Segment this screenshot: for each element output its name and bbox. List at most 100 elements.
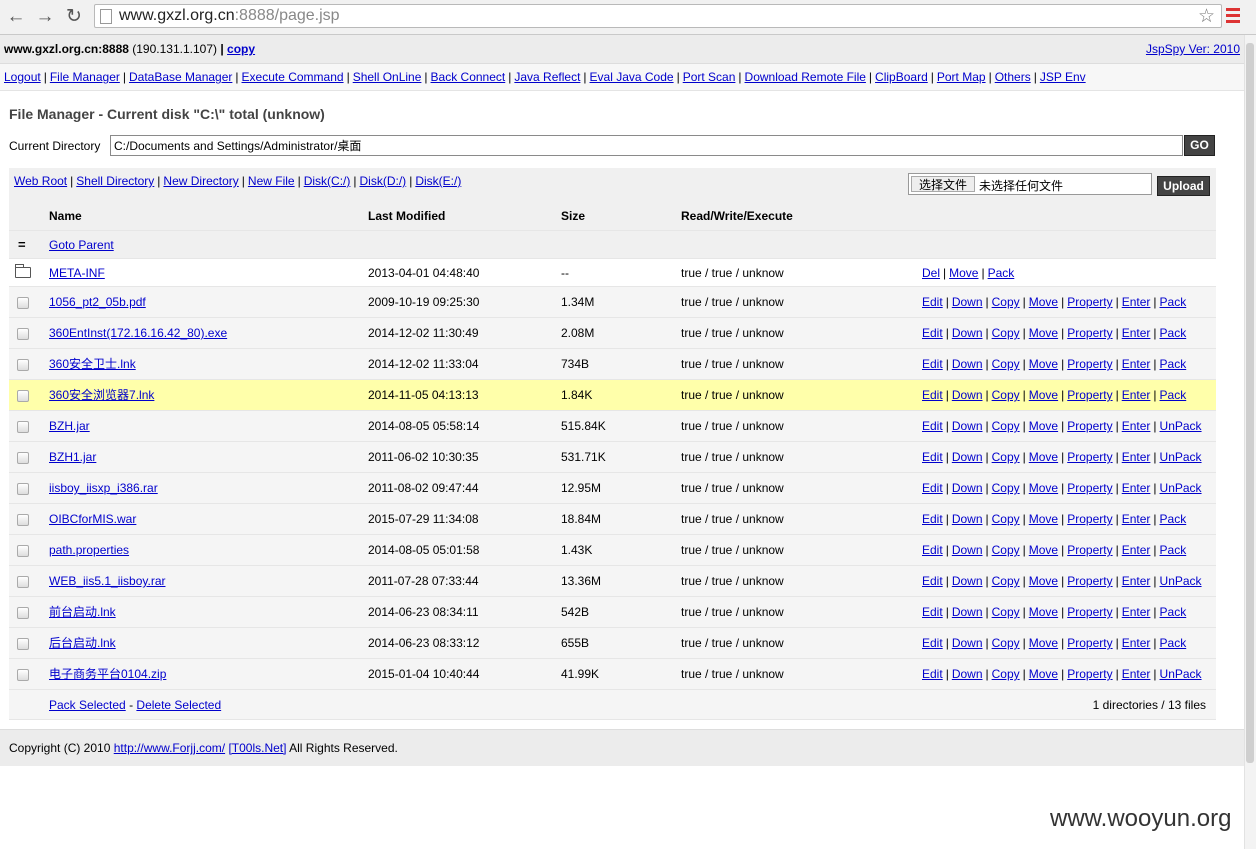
file-checkbox[interactable] [17,359,29,371]
file-name-link[interactable]: 前台启动.lnk [49,597,116,628]
file-pack-link[interactable]: Pack [1160,357,1187,371]
file-edit-link[interactable]: Edit [922,326,943,340]
file-name-link[interactable]: OIBCforMIS.war [49,504,136,535]
file-pack-link[interactable]: Pack [1160,605,1187,619]
file-checkbox[interactable] [17,483,29,495]
file-property-link[interactable]: Property [1067,295,1112,309]
file-name-link[interactable]: 360安全卫士.lnk [49,349,136,380]
file-checkbox[interactable] [17,421,29,433]
choose-file-button[interactable]: 选择文件 [911,176,975,192]
menu-download-remote-file[interactable]: Download Remote File [745,70,866,84]
file-checkbox[interactable] [17,390,29,402]
file-pack-link[interactable]: UnPack [1160,419,1202,433]
dir-pack-link[interactable]: Pack [988,266,1015,280]
file-property-link[interactable]: Property [1067,481,1112,495]
file-move-link[interactable]: Move [1029,295,1058,309]
file-copy-link[interactable]: Copy [992,543,1020,557]
file-edit-link[interactable]: Edit [922,636,943,650]
file-pack-link[interactable]: UnPack [1160,667,1202,681]
file-edit-link[interactable]: Edit [922,667,943,681]
file-move-link[interactable]: Move [1029,512,1058,526]
toolbar-web-root[interactable]: Web Root [14,174,67,188]
file-edit-link[interactable]: Edit [922,481,943,495]
toolbar-disk-d[interactable]: Disk(D:/) [360,174,407,188]
file-move-link[interactable]: Move [1029,450,1058,464]
file-enter-link[interactable]: Enter [1122,388,1151,402]
toolbar-shell-directory[interactable]: Shell Directory [76,174,154,188]
menu-others[interactable]: Others [995,70,1031,84]
file-down-link[interactable]: Down [952,574,983,588]
file-checkbox[interactable] [17,638,29,650]
file-property-link[interactable]: Property [1067,450,1112,464]
file-copy-link[interactable]: Copy [992,481,1020,495]
file-enter-link[interactable]: Enter [1122,295,1151,309]
file-checkbox[interactable] [17,576,29,588]
file-checkbox[interactable] [17,452,29,464]
file-pack-link[interactable]: UnPack [1160,450,1202,464]
file-enter-link[interactable]: Enter [1122,605,1151,619]
file-checkbox[interactable] [17,607,29,619]
file-property-link[interactable]: Property [1067,574,1112,588]
file-property-link[interactable]: Property [1067,357,1112,371]
file-down-link[interactable]: Down [952,450,983,464]
directory-name-link[interactable]: META-INF [49,259,105,287]
file-down-link[interactable]: Down [952,419,983,433]
file-copy-link[interactable]: Copy [992,419,1020,433]
bookmark-star-icon[interactable]: ☆ [1198,5,1215,28]
browser-menu-icon[interactable] [1226,8,1240,24]
file-pack-link[interactable]: UnPack [1160,481,1202,495]
goto-parent-link[interactable]: Goto Parent [49,231,114,259]
file-edit-link[interactable]: Edit [922,419,943,433]
menu-database-manager[interactable]: DataBase Manager [129,70,232,84]
menu-port-scan[interactable]: Port Scan [683,70,736,84]
file-copy-link[interactable]: Copy [992,636,1020,650]
file-move-link[interactable]: Move [1029,481,1058,495]
menu-jsp-env[interactable]: JSP Env [1040,70,1086,84]
file-name-link[interactable]: WEB_iis5.1_iisboy.rar [49,566,165,597]
file-pack-link[interactable]: Pack [1160,636,1187,650]
file-property-link[interactable]: Property [1067,667,1112,681]
file-name-link[interactable]: iisboy_iisxp_i386.rar [49,473,158,504]
file-property-link[interactable]: Property [1067,512,1112,526]
file-enter-link[interactable]: Enter [1122,636,1151,650]
file-enter-link[interactable]: Enter [1122,450,1151,464]
file-edit-link[interactable]: Edit [922,512,943,526]
forjj-link[interactable]: http://www.Forjj.com/ [114,741,225,755]
file-copy-link[interactable]: Copy [992,326,1020,340]
file-pack-link[interactable]: Pack [1160,295,1187,309]
file-name-link[interactable]: 电子商务平台0104.zip [49,659,166,690]
file-down-link[interactable]: Down [952,388,983,402]
file-down-link[interactable]: Down [952,605,983,619]
file-enter-link[interactable]: Enter [1122,357,1151,371]
menu-file-manager[interactable]: File Manager [50,70,120,84]
file-name-link[interactable]: path.properties [49,535,129,566]
file-down-link[interactable]: Down [952,326,983,340]
file-property-link[interactable]: Property [1067,388,1112,402]
address-bar[interactable]: www.gxzl.org.cn:8888/page.jsp ☆ [94,4,1222,28]
file-property-link[interactable]: Property [1067,543,1112,557]
file-move-link[interactable]: Move [1029,388,1058,402]
file-down-link[interactable]: Down [952,481,983,495]
file-edit-link[interactable]: Edit [922,388,943,402]
file-checkbox[interactable] [17,514,29,526]
dir-move-link[interactable]: Move [949,266,978,280]
file-pack-link[interactable]: Pack [1160,326,1187,340]
file-property-link[interactable]: Property [1067,605,1112,619]
toolbar-new-directory[interactable]: New Directory [163,174,238,188]
file-down-link[interactable]: Down [952,295,983,309]
file-pack-link[interactable]: Pack [1160,543,1187,557]
menu-shell-online[interactable]: Shell OnLine [353,70,422,84]
reload-icon[interactable]: ↻ [63,6,85,28]
toolbar-disk-e[interactable]: Disk(E:/) [415,174,461,188]
file-checkbox[interactable] [17,669,29,681]
file-edit-link[interactable]: Edit [922,295,943,309]
file-pack-link[interactable]: Pack [1160,388,1187,402]
file-enter-link[interactable]: Enter [1122,667,1151,681]
file-name-link[interactable]: BZH1.jar [49,442,96,473]
file-name-link[interactable]: 1056_pt2_05b.pdf [49,287,146,318]
file-move-link[interactable]: Move [1029,419,1058,433]
file-pack-link[interactable]: UnPack [1160,574,1202,588]
file-move-link[interactable]: Move [1029,636,1058,650]
file-down-link[interactable]: Down [952,543,983,557]
scrollbar-thumb[interactable] [1246,43,1254,763]
